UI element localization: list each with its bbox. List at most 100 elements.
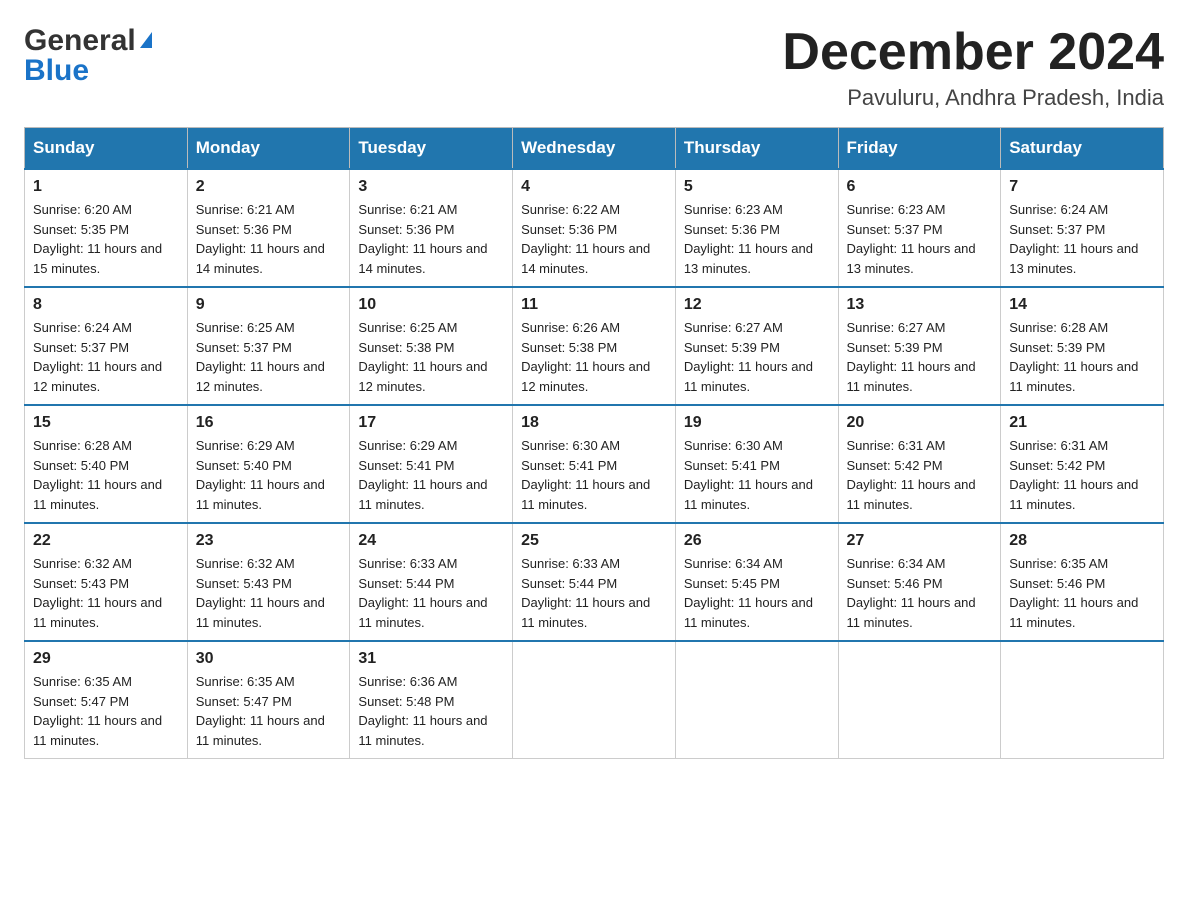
logo: General Blue [24, 24, 152, 88]
day-number: 11 [521, 296, 667, 314]
location-subtitle: Pavuluru, Andhra Pradesh, India [782, 85, 1164, 111]
calendar-cell: 10 Sunrise: 6:25 AMSunset: 5:38 PMDayligh… [350, 287, 513, 405]
day-info: Sunrise: 6:24 AMSunset: 5:37 PMDaylight:… [33, 318, 179, 396]
calendar-cell: 23 Sunrise: 6:32 AMSunset: 5:43 PMDayligh… [187, 523, 350, 641]
calendar-cell: 5 Sunrise: 6:23 AMSunset: 5:36 PMDaylight… [675, 169, 838, 287]
day-info: Sunrise: 6:21 AMSunset: 5:36 PMDaylight:… [196, 200, 342, 278]
day-number: 17 [358, 414, 504, 432]
day-number: 29 [33, 650, 179, 668]
calendar-cell: 28 Sunrise: 6:35 AMSunset: 5:46 PMDayligh… [1001, 523, 1164, 641]
day-info: Sunrise: 6:35 AMSunset: 5:46 PMDaylight:… [1009, 554, 1155, 632]
month-title: December 2024 [782, 24, 1164, 81]
calendar-cell: 9 Sunrise: 6:25 AMSunset: 5:37 PMDaylight… [187, 287, 350, 405]
day-info: Sunrise: 6:33 AMSunset: 5:44 PMDaylight:… [521, 554, 667, 632]
week-row-4: 22Sunrise: 6:32 AMSunset: 5:43 PMDayligh… [25, 523, 1164, 641]
day-info: Sunrise: 6:23 AMSunset: 5:36 PMDaylight:… [684, 200, 830, 278]
calendar-cell [838, 641, 1001, 759]
day-number: 18 [521, 414, 667, 432]
col-sunday: Sunday [25, 128, 188, 170]
day-number: 3 [358, 178, 504, 196]
logo-arrow-icon [140, 32, 152, 48]
day-number: 16 [196, 414, 342, 432]
day-info: Sunrise: 6:34 AMSunset: 5:45 PMDaylight:… [684, 554, 830, 632]
day-number: 26 [684, 532, 830, 550]
col-monday: Monday [187, 128, 350, 170]
day-number: 19 [684, 414, 830, 432]
day-info: Sunrise: 6:31 AMSunset: 5:42 PMDaylight:… [847, 436, 993, 514]
calendar-table: Sunday Monday Tuesday Wednesday Thursday… [24, 127, 1164, 759]
week-row-1: 1 Sunrise: 6:20 AMSunset: 5:35 PMDaylight… [25, 169, 1164, 287]
day-number: 2 [196, 178, 342, 196]
day-info: Sunrise: 6:31 AMSunset: 5:42 PMDaylight:… [1009, 436, 1155, 514]
day-number: 13 [847, 296, 993, 314]
day-info: Sunrise: 6:34 AMSunset: 5:46 PMDaylight:… [847, 554, 993, 632]
calendar-cell: 13 Sunrise: 6:27 AMSunset: 5:39 PMDayligh… [838, 287, 1001, 405]
day-info: Sunrise: 6:26 AMSunset: 5:38 PMDaylight:… [521, 318, 667, 396]
calendar-cell: 29 Sunrise: 6:35 AMSunset: 5:47 PMDayligh… [25, 641, 188, 759]
day-info: Sunrise: 6:35 AMSunset: 5:47 PMDaylight:… [196, 672, 342, 750]
calendar-cell [1001, 641, 1164, 759]
col-saturday: Saturday [1001, 128, 1164, 170]
day-info: Sunrise: 6:29 AMSunset: 5:40 PMDaylight:… [196, 436, 342, 514]
day-info: Sunrise: 6:27 AMSunset: 5:39 PMDaylight:… [847, 318, 993, 396]
day-info: Sunrise: 6:22 AMSunset: 5:36 PMDaylight:… [521, 200, 667, 278]
day-number: 14 [1009, 296, 1155, 314]
calendar-cell: 17 Sunrise: 6:29 AMSunset: 5:41 PMDayligh… [350, 405, 513, 523]
col-tuesday: Tuesday [350, 128, 513, 170]
day-info: Sunrise: 6:28 AMSunset: 5:40 PMDaylight:… [33, 436, 179, 514]
day-info: Sunrise: 6:24 AMSunset: 5:37 PMDaylight:… [1009, 200, 1155, 278]
calendar-cell: 1 Sunrise: 6:20 AMSunset: 5:35 PMDaylight… [25, 169, 188, 287]
calendar-cell: 21 Sunrise: 6:31 AMSunset: 5:42 PMDayligh… [1001, 405, 1164, 523]
day-number: 1 [33, 178, 179, 196]
logo-general-text: General [24, 24, 136, 58]
day-number: 7 [1009, 178, 1155, 196]
day-number: 4 [521, 178, 667, 196]
calendar-cell: 18Sunrise: 6:30 AMSunset: 5:41 PMDayligh… [513, 405, 676, 523]
day-info: Sunrise: 6:35 AMSunset: 5:47 PMDaylight:… [33, 672, 179, 750]
day-info: Sunrise: 6:28 AMSunset: 5:39 PMDaylight:… [1009, 318, 1155, 396]
calendar-cell: 26 Sunrise: 6:34 AMSunset: 5:45 PMDayligh… [675, 523, 838, 641]
calendar-cell: 24Sunrise: 6:33 AMSunset: 5:44 PMDayligh… [350, 523, 513, 641]
day-info: Sunrise: 6:30 AMSunset: 5:41 PMDaylight:… [684, 436, 830, 514]
day-number: 25 [521, 532, 667, 550]
day-number: 9 [196, 296, 342, 314]
calendar-cell: 3 Sunrise: 6:21 AMSunset: 5:36 PMDaylight… [350, 169, 513, 287]
day-number: 28 [1009, 532, 1155, 550]
day-number: 15 [33, 414, 179, 432]
day-info: Sunrise: 6:29 AMSunset: 5:41 PMDaylight:… [358, 436, 504, 514]
day-info: Sunrise: 6:21 AMSunset: 5:36 PMDaylight:… [358, 200, 504, 278]
day-number: 30 [196, 650, 342, 668]
calendar-cell: 2 Sunrise: 6:21 AMSunset: 5:36 PMDaylight… [187, 169, 350, 287]
calendar-cell: 22Sunrise: 6:32 AMSunset: 5:43 PMDayligh… [25, 523, 188, 641]
week-row-5: 29 Sunrise: 6:35 AMSunset: 5:47 PMDayligh… [25, 641, 1164, 759]
calendar-cell: 27 Sunrise: 6:34 AMSunset: 5:46 PMDayligh… [838, 523, 1001, 641]
calendar-cell: 15 Sunrise: 6:28 AMSunset: 5:40 PMDayligh… [25, 405, 188, 523]
calendar-cell: 6Sunrise: 6:23 AMSunset: 5:37 PMDaylight… [838, 169, 1001, 287]
calendar-cell [513, 641, 676, 759]
col-friday: Friday [838, 128, 1001, 170]
day-number: 10 [358, 296, 504, 314]
day-info: Sunrise: 6:25 AMSunset: 5:38 PMDaylight:… [358, 318, 504, 396]
calendar-cell: 16 Sunrise: 6:29 AMSunset: 5:40 PMDayligh… [187, 405, 350, 523]
logo-blue-text: Blue [24, 54, 89, 88]
day-info: Sunrise: 6:25 AMSunset: 5:37 PMDaylight:… [196, 318, 342, 396]
day-number: 6 [847, 178, 993, 196]
calendar-header-row: Sunday Monday Tuesday Wednesday Thursday… [25, 128, 1164, 170]
calendar-cell: 11 Sunrise: 6:26 AMSunset: 5:38 PMDayligh… [513, 287, 676, 405]
day-number: 5 [684, 178, 830, 196]
day-number: 21 [1009, 414, 1155, 432]
page-header: General Blue December 2024 Pavuluru, And… [24, 24, 1164, 111]
day-info: Sunrise: 6:20 AMSunset: 5:35 PMDaylight:… [33, 200, 179, 278]
day-number: 23 [196, 532, 342, 550]
calendar-cell: 8 Sunrise: 6:24 AMSunset: 5:37 PMDaylight… [25, 287, 188, 405]
day-number: 27 [847, 532, 993, 550]
day-info: Sunrise: 6:32 AMSunset: 5:43 PMDaylight:… [196, 554, 342, 632]
calendar-cell: 30 Sunrise: 6:35 AMSunset: 5:47 PMDayligh… [187, 641, 350, 759]
calendar-cell: 14 Sunrise: 6:28 AMSunset: 5:39 PMDayligh… [1001, 287, 1164, 405]
calendar-cell [675, 641, 838, 759]
day-number: 31 [358, 650, 504, 668]
week-row-3: 15 Sunrise: 6:28 AMSunset: 5:40 PMDayligh… [25, 405, 1164, 523]
day-info: Sunrise: 6:33 AMSunset: 5:44 PMDaylight:… [358, 554, 504, 632]
day-info: Sunrise: 6:36 AMSunset: 5:48 PMDaylight:… [358, 672, 504, 750]
day-number: 8 [33, 296, 179, 314]
